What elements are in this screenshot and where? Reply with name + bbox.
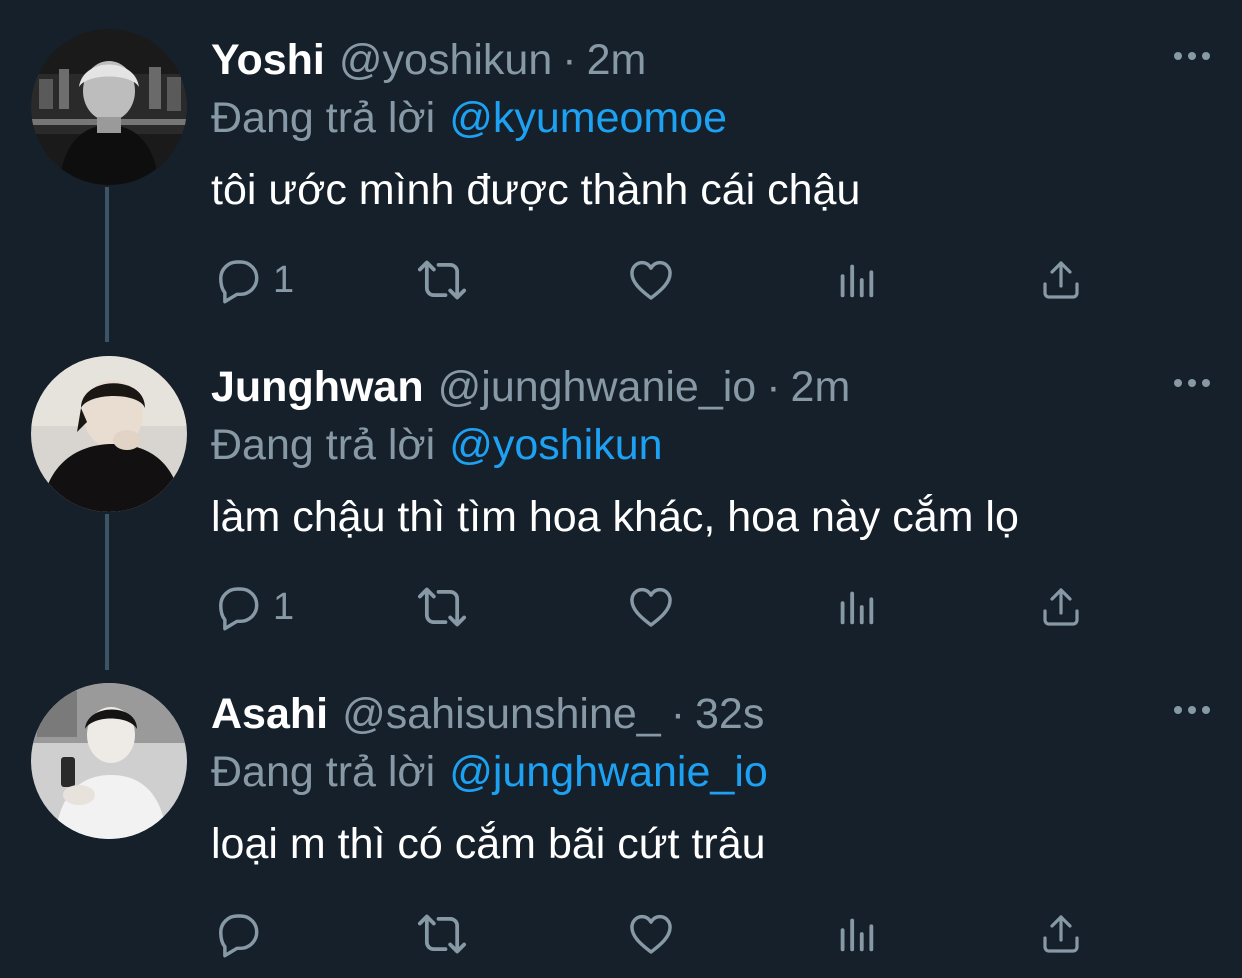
separator-dot: · bbox=[562, 36, 577, 84]
like-button[interactable] bbox=[625, 250, 677, 310]
display-name[interactable]: Junghwan bbox=[211, 363, 424, 411]
retweet-button[interactable] bbox=[414, 250, 470, 310]
tweet-header: Yoshi @yoshikun · 2m bbox=[211, 32, 646, 88]
separator-dot: · bbox=[670, 690, 686, 738]
share-icon bbox=[1037, 583, 1085, 631]
reply-count: 1 bbox=[273, 585, 295, 628]
analytics-icon bbox=[833, 584, 879, 630]
more-icon[interactable] bbox=[1172, 46, 1212, 66]
share-icon bbox=[1037, 910, 1085, 958]
retweet-icon bbox=[414, 906, 470, 962]
replying-to: Đang trả lời @junghwanie_io bbox=[211, 744, 768, 800]
timestamp[interactable]: 2m bbox=[587, 36, 647, 84]
user-handle[interactable]: @sahisunshine_ bbox=[342, 690, 661, 738]
retweet-icon bbox=[414, 579, 470, 635]
reply-button[interactable]: 1 bbox=[211, 250, 294, 310]
reply-icon bbox=[211, 254, 263, 306]
tweet-actions: 1 bbox=[211, 577, 1131, 637]
share-button[interactable] bbox=[1037, 577, 1085, 637]
analytics-button[interactable] bbox=[833, 577, 879, 637]
tweet-junghwan[interactable]: Junghwan @junghwanie_io · 2m Đang trả lời @y… bbox=[0, 327, 1242, 654]
like-button[interactable] bbox=[625, 904, 677, 964]
reply-mention-link[interactable]: @junghwanie_io bbox=[449, 748, 768, 796]
tweet-yoshi[interactable]: Yoshi @yoshikun · 2m Đang trả lời @kyumeomoe… bbox=[0, 0, 1242, 327]
display-name[interactable]: Yoshi bbox=[211, 36, 325, 84]
avatar[interactable] bbox=[31, 356, 187, 512]
more-icon[interactable] bbox=[1172, 700, 1212, 720]
analytics-icon bbox=[833, 911, 879, 957]
retweet-button[interactable] bbox=[414, 577, 470, 637]
timestamp[interactable]: 2m bbox=[791, 363, 851, 411]
separator-dot: · bbox=[766, 363, 781, 411]
like-icon bbox=[625, 908, 677, 960]
share-icon bbox=[1037, 256, 1085, 304]
reply-button[interactable]: 1 bbox=[211, 577, 294, 637]
replying-to-label: Đang trả lời bbox=[211, 748, 436, 796]
tweet-header: Asahi @sahisunshine_ · 32s bbox=[211, 686, 764, 742]
reply-mention-link[interactable]: @kyumeomoe bbox=[449, 94, 727, 142]
tweet-actions bbox=[211, 904, 1131, 964]
more-icon[interactable] bbox=[1172, 373, 1212, 393]
like-icon bbox=[625, 254, 677, 306]
reply-button[interactable] bbox=[211, 904, 273, 964]
replying-to-label: Đang trả lời bbox=[211, 421, 436, 469]
tweet-header: Junghwan @junghwanie_io · 2m bbox=[211, 359, 850, 415]
reply-mention-link[interactable]: @yoshikun bbox=[449, 421, 662, 469]
share-button[interactable] bbox=[1037, 904, 1085, 964]
like-button[interactable] bbox=[625, 577, 677, 637]
tweet-actions: 1 bbox=[211, 250, 1131, 310]
tweet-text: làm chậu thì tìm hoa khác, hoa này cắm l… bbox=[211, 493, 1019, 541]
analytics-button[interactable] bbox=[833, 250, 879, 310]
analytics-button[interactable] bbox=[833, 904, 879, 964]
replying-to: Đang trả lời @yoshikun bbox=[211, 417, 663, 473]
avatar[interactable] bbox=[31, 683, 187, 839]
user-handle[interactable]: @junghwanie_io bbox=[438, 363, 757, 411]
reply-icon bbox=[211, 908, 263, 960]
display-name[interactable]: Asahi bbox=[211, 690, 328, 738]
reply-thread: Yoshi @yoshikun · 2m Đang trả lời @kyumeomoe… bbox=[0, 0, 1242, 978]
analytics-icon bbox=[833, 257, 879, 303]
retweet-icon bbox=[414, 252, 470, 308]
like-icon bbox=[625, 581, 677, 633]
replying-to-label: Đang trả lời bbox=[211, 94, 436, 142]
tweet-asahi[interactable]: Asahi @sahisunshine_ · 32s Đang trả lời @jun… bbox=[0, 654, 1242, 978]
reply-count: 1 bbox=[273, 258, 295, 301]
replying-to: Đang trả lời @kyumeomoe bbox=[211, 90, 727, 146]
tweet-text: loại m thì có cắm bãi cứt trâu bbox=[211, 820, 766, 868]
share-button[interactable] bbox=[1037, 250, 1085, 310]
retweet-button[interactable] bbox=[414, 904, 470, 964]
reply-icon bbox=[211, 581, 263, 633]
avatar[interactable] bbox=[31, 29, 187, 185]
timestamp[interactable]: 32s bbox=[695, 690, 764, 738]
tweet-text: tôi ước mình được thành cái chậu bbox=[211, 166, 861, 214]
user-handle[interactable]: @yoshikun bbox=[339, 36, 552, 84]
